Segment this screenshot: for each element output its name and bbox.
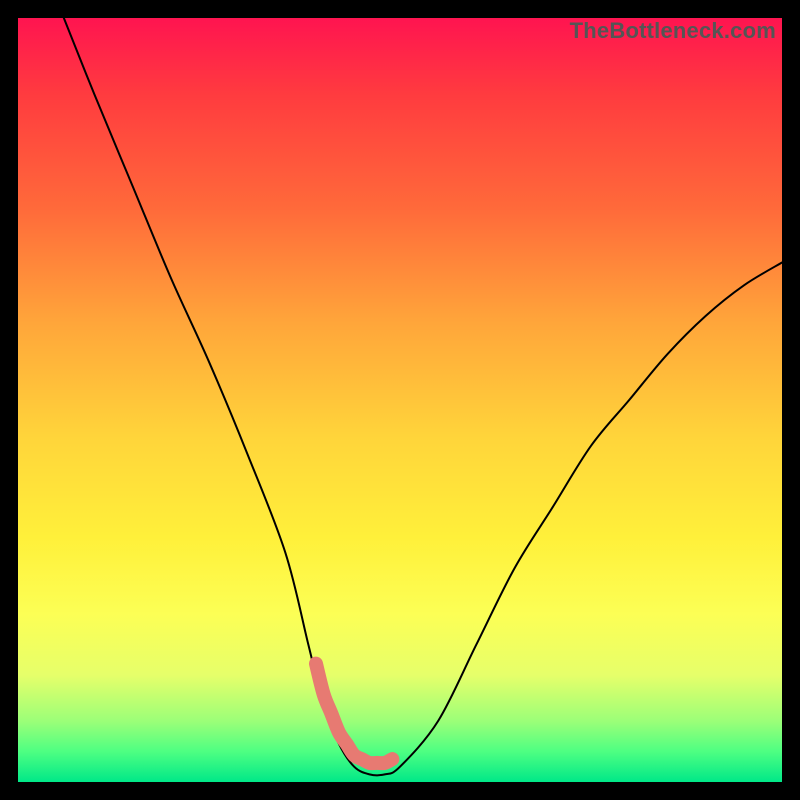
bottleneck-curve-path	[64, 18, 782, 775]
plot-area: TheBottleneck.com	[18, 18, 782, 782]
chart-frame: TheBottleneck.com	[0, 0, 800, 800]
chart-svg	[18, 18, 782, 782]
trough-highlight-path	[316, 664, 392, 764]
